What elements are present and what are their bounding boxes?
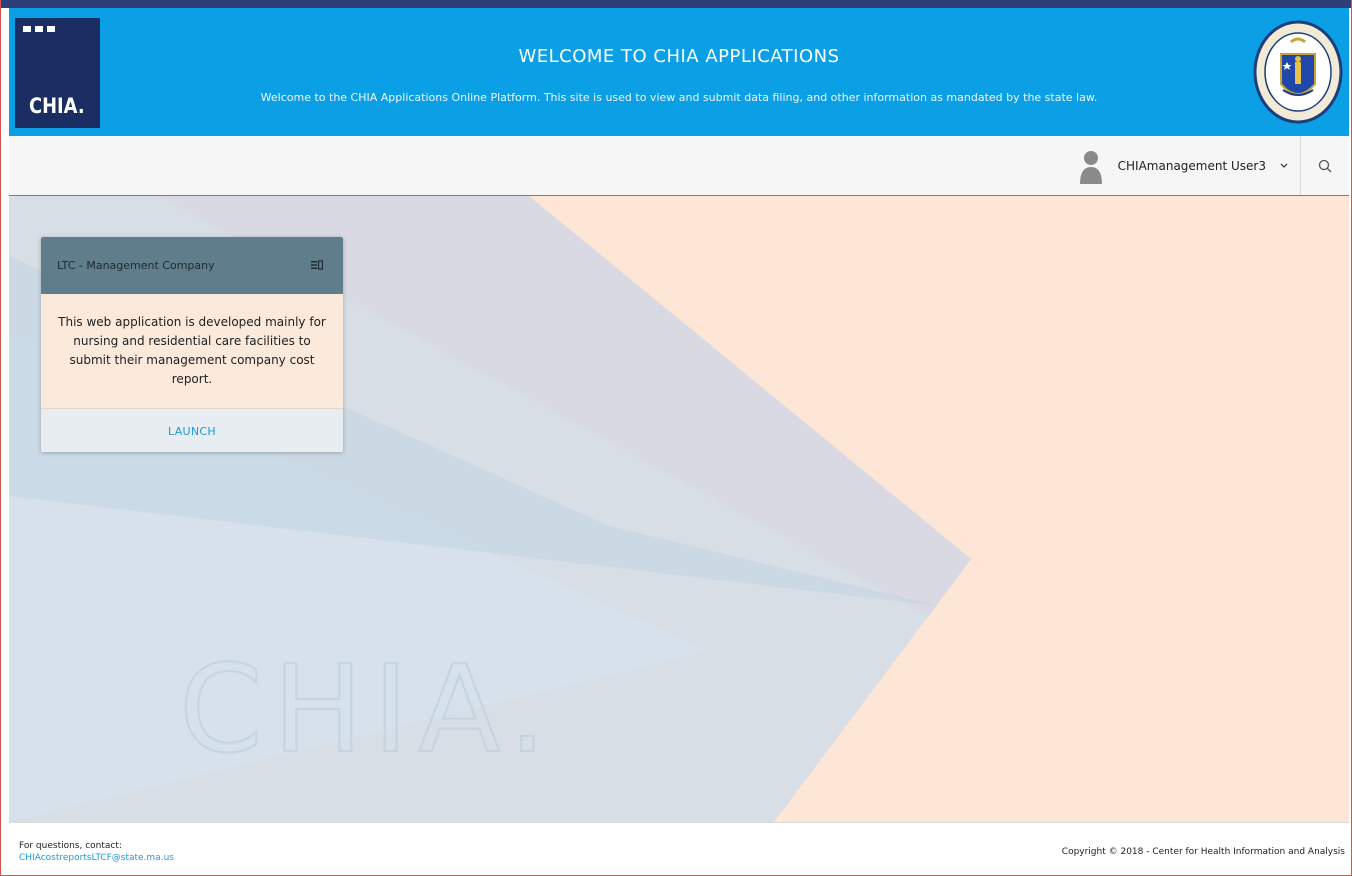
logo-dots: [23, 26, 55, 32]
app-card: LTC - Management Company This web applic…: [41, 237, 343, 452]
user-name[interactable]: CHIAmanagement User3: [1118, 159, 1266, 173]
footer: For questions, contact: CHIAcostreportsL…: [9, 822, 1349, 875]
avatar: [1079, 150, 1102, 184]
launch-button[interactable]: LAUNCH: [168, 425, 216, 438]
chevron-down-icon[interactable]: [1280, 159, 1288, 172]
contact-label: For questions, contact:: [19, 841, 122, 851]
header-banner: CHIA. WELCOME TO CHIA APPLICATIONS Welco…: [9, 8, 1349, 136]
contact-email-link[interactable]: CHIAcostreportsLTCF@state.ma.us: [19, 852, 174, 864]
top-border: [1, 0, 1351, 8]
main-content: CHIA. LTC - Management Company This web …: [9, 196, 1349, 822]
search-button[interactable]: [1301, 136, 1349, 195]
user-menu[interactable]: CHIAmanagement User3: [1078, 136, 1301, 195]
massachusetts-seal-icon: [1253, 18, 1343, 126]
chia-logo[interactable]: CHIA.: [15, 18, 100, 128]
copyright-text: Copyright © 2018 - Center for Health Inf…: [1061, 847, 1345, 857]
search-icon: [1318, 159, 1332, 172]
watermark-text: CHIA.: [179, 641, 557, 780]
menu-icon[interactable]: [311, 259, 324, 273]
card-title: LTC - Management Company: [57, 259, 215, 272]
page-subtitle: Welcome to the CHIA Applications Online …: [260, 91, 1098, 104]
page: CHIA. WELCOME TO CHIA APPLICATIONS Welco…: [0, 0, 1352, 876]
card-description: This web application is developed mainly…: [58, 315, 326, 386]
contact-info: For questions, contact: CHIAcostreportsL…: [19, 840, 174, 864]
page-title: WELCOME TO CHIA APPLICATIONS: [518, 46, 840, 67]
card-footer: LAUNCH: [41, 408, 343, 452]
top-toolbar: CHIAmanagement User3: [9, 136, 1349, 196]
card-header: LTC - Management Company: [41, 237, 343, 294]
